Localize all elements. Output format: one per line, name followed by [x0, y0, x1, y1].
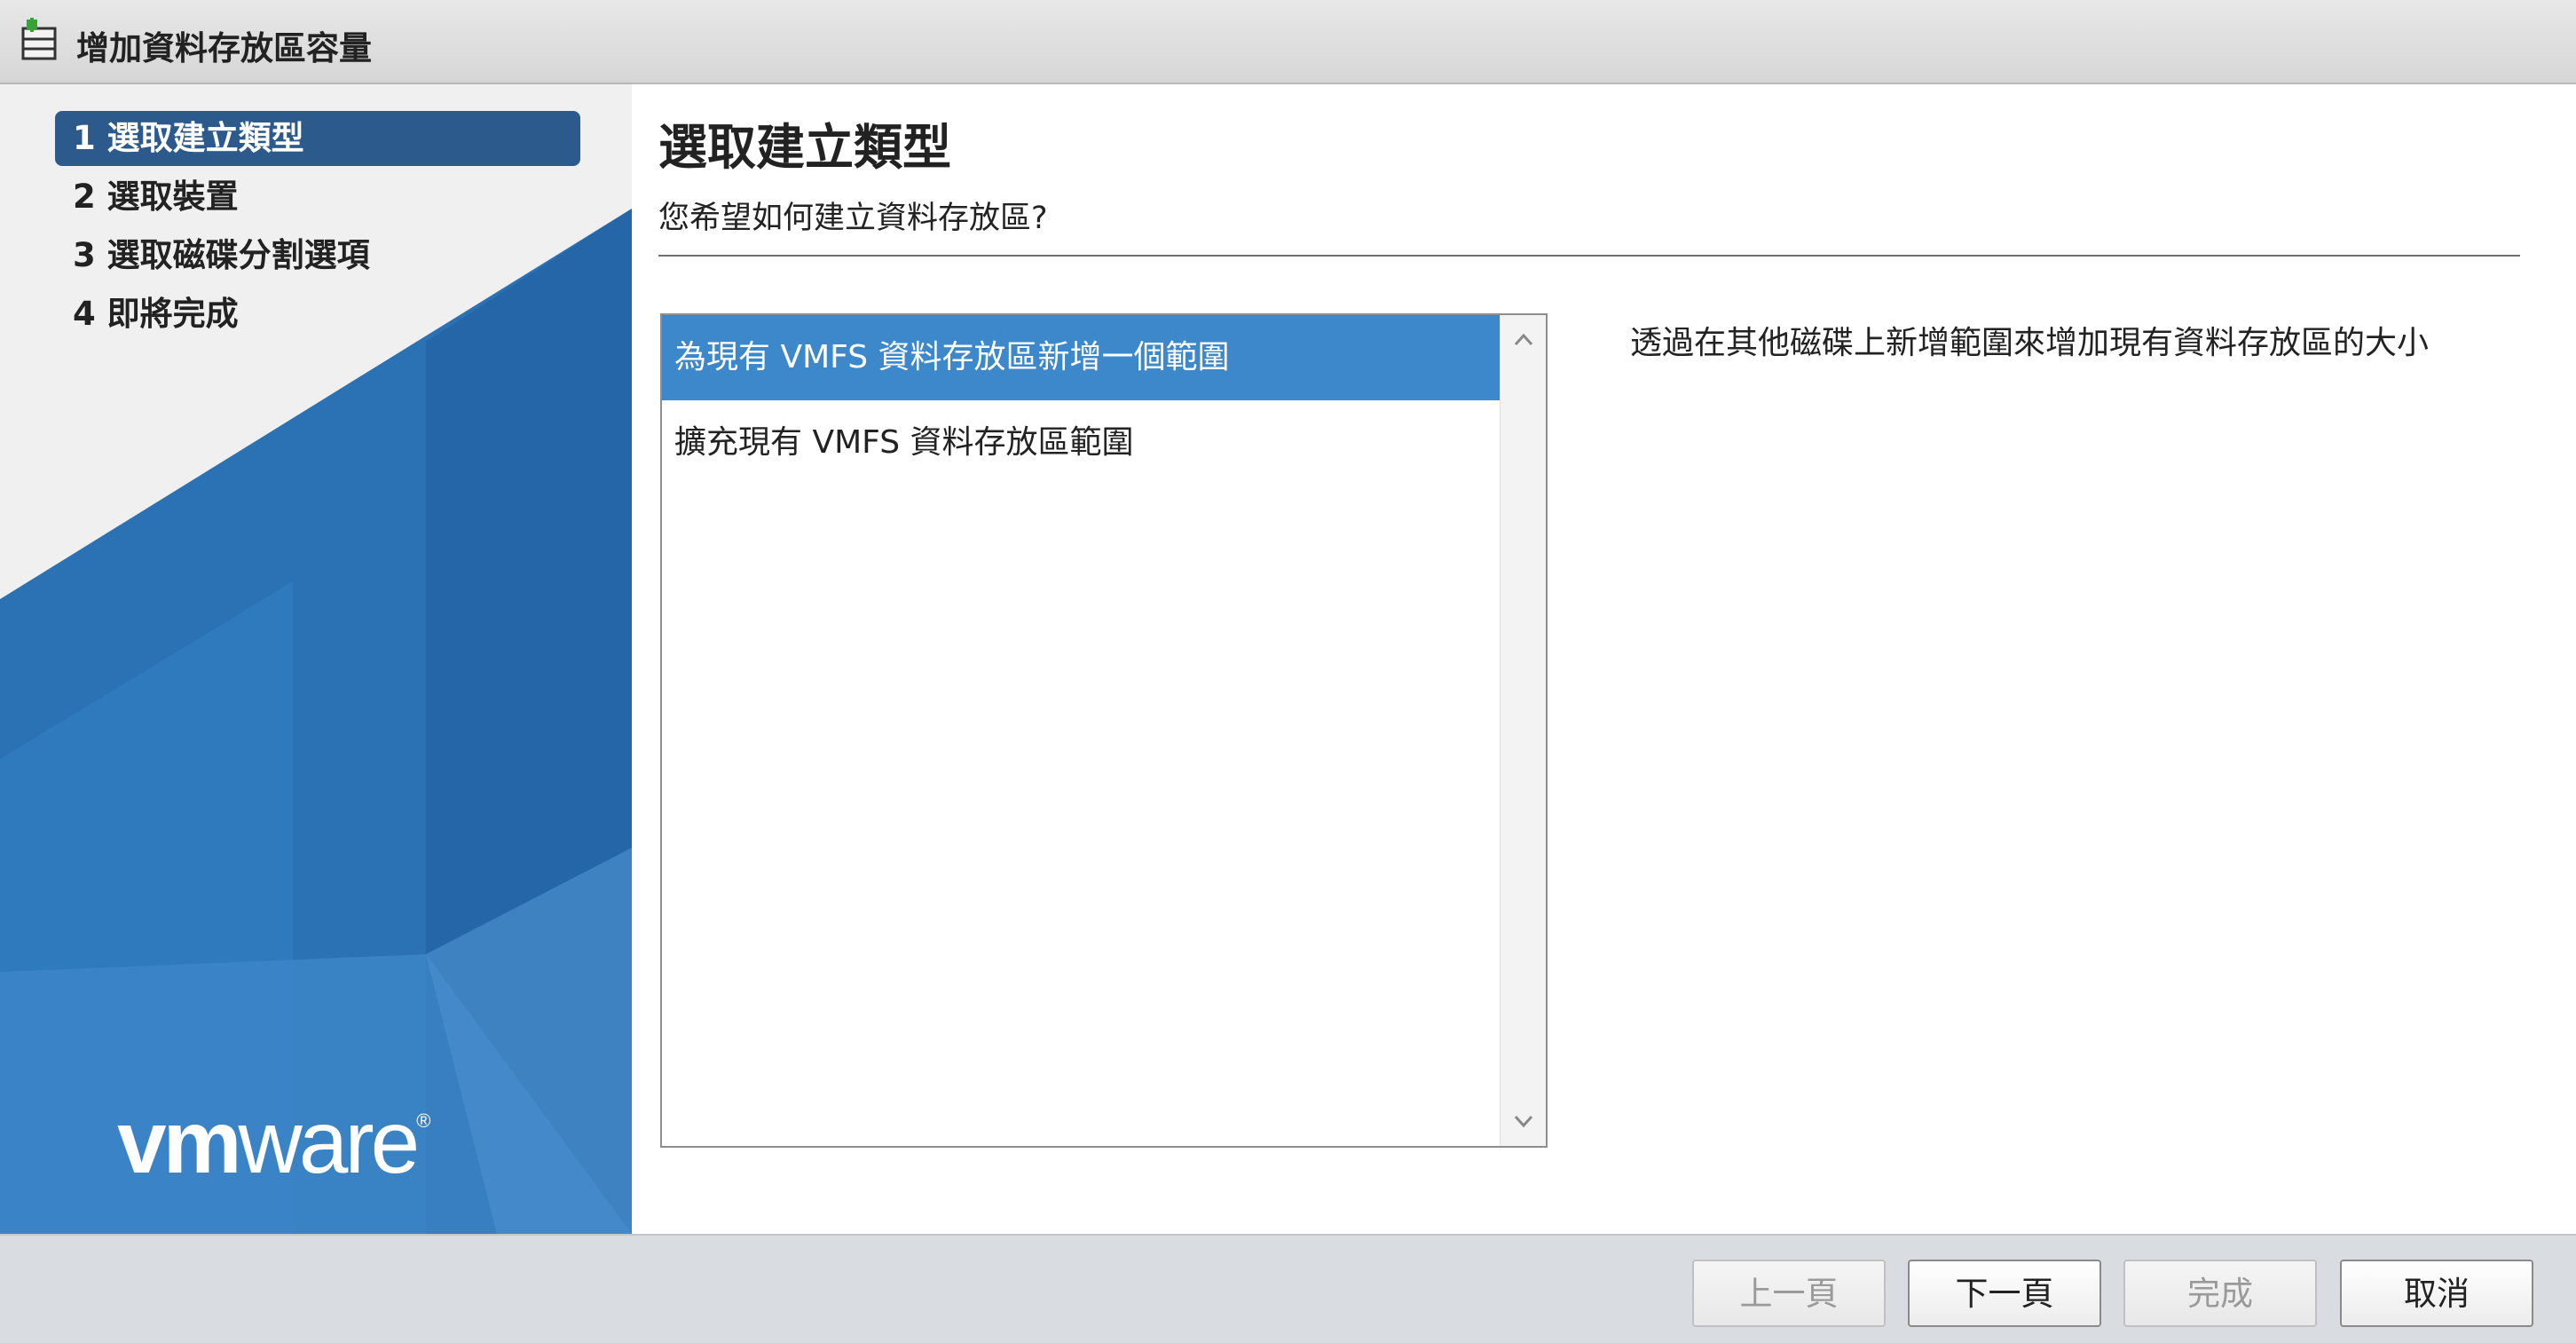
- option-add-extent[interactable]: 為現有 VMFS 資料存放區新增一個範圍: [662, 315, 1501, 400]
- page-subtitle: 您希望如何建立資料存放區?: [658, 201, 1048, 236]
- next-button[interactable]: 下一頁: [1908, 1260, 2101, 1327]
- cancel-button[interactable]: 取消: [2340, 1260, 2533, 1327]
- creation-type-list[interactable]: 為現有 VMFS 資料存放區新增一個範圍 擴充現有 VMFS 資料存放區範圍: [660, 313, 1548, 1148]
- wizard-step-2[interactable]: 2 選取裝置: [55, 170, 580, 225]
- page-title: 選取建立類型: [658, 119, 952, 176]
- logo-vm-text: vm: [117, 1093, 242, 1192]
- option-expand-extent[interactable]: 擴充現有 VMFS 資料存放區範圍: [662, 400, 1501, 486]
- datastore-add-icon: [21, 18, 57, 60]
- finish-button[interactable]: 完成: [2123, 1260, 2317, 1327]
- wizard-step-3[interactable]: 3 選取磁碟分割選項: [55, 228, 580, 283]
- vmware-logo: vmware®: [117, 1092, 431, 1194]
- scroll-down-icon[interactable]: [1511, 1109, 1536, 1134]
- list-scrollbar[interactable]: [1500, 315, 1546, 1146]
- wizard-step-1[interactable]: 1 選取建立類型: [55, 111, 580, 166]
- scroll-up-icon[interactable]: [1511, 328, 1536, 352]
- window-title: 增加資料存放區容量: [76, 29, 372, 67]
- logo-ware-text: ware: [238, 1093, 421, 1192]
- header-divider: [658, 255, 2520, 257]
- title-bar: 增加資料存放區容量: [0, 0, 2576, 84]
- back-button[interactable]: 上一頁: [1692, 1260, 1886, 1327]
- option-description: 透過在其他磁碟上新增範圍來增加現有資料存放區的大小: [1630, 325, 2430, 361]
- wizard-steps-panel: 1 選取建立類型 2 選取裝置 3 選取磁碟分割選項 4 即將完成 vmware…: [0, 84, 632, 1234]
- registered-mark: ®: [416, 1110, 431, 1132]
- wizard-step-4[interactable]: 4 即將完成: [55, 287, 580, 342]
- main-content: 選取建立類型 您希望如何建立資料存放區? 為現有 VMFS 資料存放區新增一個範…: [632, 84, 2576, 1234]
- wizard-footer: 上一頁 下一頁 完成 取消: [0, 1234, 2576, 1343]
- wizard-steps: 1 選取建立類型 2 選取裝置 3 選取磁碟分割選項 4 即將完成: [55, 111, 580, 345]
